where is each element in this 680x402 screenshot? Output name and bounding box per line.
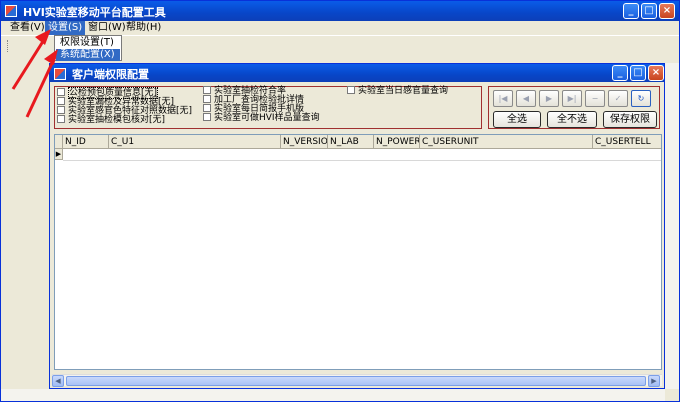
window-title: HVI实验室移动平台配置工具 <box>23 6 166 19</box>
select-all-button[interactable]: 全选 <box>493 111 541 128</box>
column-header[interactable]: N_LAB <box>328 135 374 149</box>
next-record-button[interactable]: ▶ <box>539 90 559 107</box>
column-header[interactable]: N_VERSION <box>281 135 328 149</box>
record-navigator: |◀ ◀ ▶ ▶| − ✓ ↻ 全选 全不选 保存权限 <box>488 86 660 129</box>
minimize-button[interactable]: _ <box>623 3 639 19</box>
child-titlebar: 客户端权限配置 _ □ × <box>50 64 664 82</box>
menu-item-permission-settings[interactable]: 权限设置(T) <box>56 37 120 49</box>
column-header[interactable]: N_ID <box>63 135 109 149</box>
save-permissions-button[interactable]: 保存权限 <box>603 111 657 128</box>
child-close-button[interactable]: × <box>648 65 664 81</box>
select-none-button[interactable]: 全不选 <box>547 111 597 128</box>
menu-bar: 查看(V) 设置(S) 窗口(W) 帮助(H) <box>1 21 679 35</box>
perm-checkbox[interactable]: 实验室抽检模包核对[无] <box>57 115 165 125</box>
maximize-button[interactable]: □ <box>641 3 657 19</box>
grid-horizontal-scrollbar[interactable]: ◀ ▶ <box>52 374 662 387</box>
scroll-left-icon[interactable]: ◀ <box>52 375 64 387</box>
permission-config-window: 客户端权限配置 _ □ × 公检预包质量信息[无] 实验室漏检及异常数据[无] … <box>49 63 665 389</box>
child-maximize-button[interactable]: □ <box>630 65 646 81</box>
scroll-thumb[interactable] <box>66 376 646 386</box>
checkbox-icon <box>57 115 65 123</box>
checkbox-icon <box>57 97 65 105</box>
main-window: HVI实验室移动平台配置工具 _ □ × 查看(V) 设置(S) 窗口(W) 帮… <box>0 0 680 402</box>
checkbox-icon <box>57 106 65 114</box>
column-header[interactable]: N_POWER <box>374 135 420 149</box>
indicator-header <box>55 135 63 149</box>
first-record-button[interactable]: |◀ <box>493 90 513 107</box>
scroll-right-icon[interactable]: ▶ <box>648 375 660 387</box>
toolbar-grip[interactable] <box>7 40 9 52</box>
column-header[interactable]: C_U1 <box>109 135 281 149</box>
checkbox-icon <box>57 88 65 96</box>
settings-dropdown: 权限设置(T) 系统配置(X) <box>54 35 122 61</box>
last-record-button[interactable]: ▶| <box>562 90 582 107</box>
refresh-button[interactable]: ↻ <box>631 90 651 107</box>
app-icon <box>5 5 17 17</box>
column-header[interactable]: C_USERUNIT <box>420 135 593 149</box>
checkbox-icon <box>203 95 211 103</box>
menu-settings[interactable]: 设置(S) <box>45 21 86 35</box>
close-button[interactable]: × <box>659 3 675 19</box>
users-grid[interactable]: N_ID C_U1 N_VERSION N_LAB N_POWER C_USER… <box>54 134 662 370</box>
grid-header: N_ID C_U1 N_VERSION N_LAB N_POWER C_USER… <box>55 135 661 149</box>
main-vertical-scroll-area <box>665 63 679 389</box>
post-record-button[interactable]: ✓ <box>608 90 628 107</box>
perm-checkbox[interactable]: 实验室当日感官量查询 <box>347 86 448 96</box>
menu-help[interactable]: 帮助(H) <box>123 21 164 35</box>
prior-record-button[interactable]: ◀ <box>516 90 536 107</box>
menu-item-system-config[interactable]: 系统配置(X) <box>56 49 120 61</box>
table-row[interactable] <box>63 160 661 161</box>
checkbox-icon <box>203 104 211 112</box>
column-header[interactable]: C_USERTELL <box>593 135 661 149</box>
child-app-icon <box>54 68 66 80</box>
checkbox-icon <box>203 113 211 121</box>
child-window-title: 客户端权限配置 <box>72 68 149 81</box>
perm-checkbox[interactable]: 实验室可做HVI样品量查询 <box>203 113 320 123</box>
row-indicator[interactable]: ▶ <box>55 149 63 160</box>
menu-view[interactable]: 查看(V) <box>7 21 48 35</box>
permissions-group: 公检预包质量信息[无] 实验室漏检及异常数据[无] 实验室感官色特征对照数据[无… <box>54 86 482 129</box>
child-minimize-button[interactable]: _ <box>612 65 628 81</box>
checkbox-icon <box>347 86 355 94</box>
checkbox-icon <box>203 86 211 94</box>
main-titlebar: HVI实验室移动平台配置工具 _ □ × <box>1 1 679 21</box>
delete-record-button[interactable]: − <box>585 90 605 107</box>
main-horizontal-scroll-area <box>1 389 665 401</box>
